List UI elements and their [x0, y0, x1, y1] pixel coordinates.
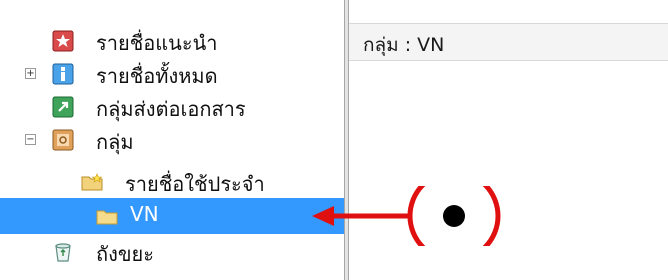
expand-toggle[interactable]: +	[25, 68, 36, 79]
tree-item-label: รายชื่อทั้งหมด	[96, 64, 218, 88]
tree-item-label: รายชื่อแนะนำ	[96, 31, 218, 55]
recommended-contacts-icon	[51, 29, 75, 53]
tree-item-recommended[interactable]: รายชื่อแนะนำ	[0, 23, 344, 59]
tree-item-trash[interactable]: ถังขยะ	[0, 234, 344, 270]
annotation-arrow-pointer	[312, 186, 501, 246]
tree-item-label: ถังขยะ	[96, 242, 155, 266]
trash-icon	[51, 240, 75, 264]
tree-item-label: กลุ่ม	[96, 130, 134, 154]
groups-icon	[51, 128, 75, 152]
frequent-contacts-folder-icon	[80, 170, 104, 194]
collapse-toggle[interactable]: −	[25, 134, 36, 145]
tree-item-vn[interactable]: VN	[0, 198, 344, 234]
tree-item-document-forward-group[interactable]: กลุ่มส่งต่อเอกสาร	[0, 89, 344, 125]
folder-icon	[95, 204, 119, 228]
pane-header: กลุ่ม : VN	[349, 23, 668, 61]
tree-item-label: VN	[130, 202, 159, 226]
tree-item-all-contacts[interactable]: + รายชื่อทั้งหมด	[0, 56, 344, 92]
all-contacts-icon	[51, 62, 75, 86]
document-forward-group-icon	[51, 95, 75, 119]
tree-item-label: รายชื่อใช้ประจำ	[125, 172, 265, 196]
tree-item-frequent-contacts[interactable]: รายชื่อใช้ประจำ	[0, 164, 344, 200]
contacts-tree: รายชื่อแนะนำ + รายชื่อทั้งหมด กลุ่มส่งต่…	[0, 0, 344, 280]
annotation-dot	[443, 205, 465, 227]
tree-item-label: กลุ่มส่งต่อเอกสาร	[96, 97, 246, 121]
pane-title: กลุ่ม : VN	[363, 34, 445, 56]
annotation-arrow-head	[312, 206, 334, 226]
tree-item-groups[interactable]: − กลุ่ม	[0, 122, 344, 158]
